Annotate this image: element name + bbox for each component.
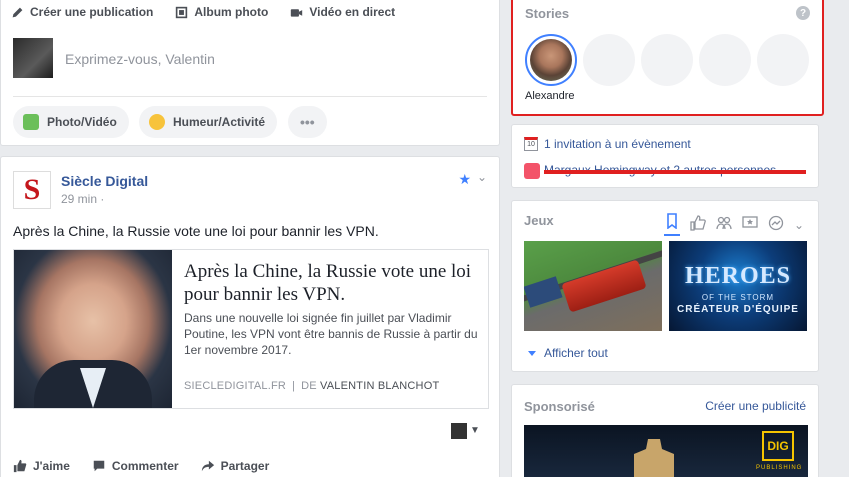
caret-down-icon[interactable]: ▼ — [470, 425, 480, 436]
sponsored-card: Sponsorisé Créer une publicité DIG PUBLI… — [511, 384, 819, 477]
tab-create-post[interactable]: Créer une publication — [11, 5, 153, 19]
game-art-train — [561, 259, 647, 313]
video-camera-icon — [291, 8, 303, 17]
feed-post: S Siècle Digital 29 min · ★ ⌄ Après la C… — [0, 156, 500, 477]
games-card: Jeux ⌄ HEROES OF THE STORM CRÉATEUR D'ÉQ… — [511, 200, 819, 372]
composer-card: Créer une publication Album photo Vidéo … — [0, 0, 500, 146]
page-name-link[interactable]: Siècle Digital — [61, 173, 148, 189]
starred-message-icon[interactable] — [742, 215, 758, 234]
page-logo[interactable]: S — [13, 171, 51, 209]
composer-tabs: Créer une publication Album photo Vidéo … — [1, 0, 499, 22]
trending-icon[interactable] — [768, 215, 784, 234]
story-placeholder — [583, 34, 635, 86]
more-options-button[interactable]: ••• — [288, 106, 327, 138]
help-icon[interactable]: ? — [796, 6, 810, 20]
game-tile-train[interactable] — [524, 241, 662, 331]
smiley-icon — [149, 114, 165, 130]
stories-title: Stories — [525, 6, 570, 21]
ad-logo-sub: PUBLISHING — [756, 465, 803, 471]
star-icon[interactable]: ★ — [458, 171, 471, 188]
tab-live-video[interactable]: Vidéo en direct — [290, 5, 395, 19]
gift-icon — [524, 163, 540, 179]
redaction-bar — [544, 170, 806, 174]
share-icon — [201, 460, 214, 472]
album-icon — [176, 6, 188, 18]
by-label: DE — [301, 380, 317, 392]
calendar-icon: 10 — [524, 137, 538, 151]
games-filter-tabs: ⌄ — [663, 213, 804, 236]
bookmark-icon[interactable] — [663, 213, 680, 236]
comment-icon — [93, 460, 105, 472]
story-name[interactable]: Alexandre — [525, 90, 575, 102]
chevron-down-icon[interactable]: ⌄ — [477, 170, 487, 184]
share-button[interactable]: Partager — [201, 459, 269, 473]
post-text: Après la Chine, la Russie vote une loi p… — [13, 223, 379, 239]
heroes-logo-subtitle: OF THE STORM — [701, 293, 775, 302]
ad-logo: DIG — [762, 431, 794, 461]
link-preview-card[interactable]: Après la Chine, la Russie vote une loi p… — [13, 249, 489, 409]
story-placeholder — [699, 34, 751, 86]
photo-icon — [23, 114, 39, 130]
sponsored-title: Sponsorisé — [524, 399, 595, 414]
create-ad-link[interactable]: Créer une publicité — [705, 399, 806, 413]
friends-icon[interactable] — [716, 215, 732, 234]
photo-video-button[interactable]: Photo/Vidéo — [13, 106, 129, 138]
reminders-card: 10 1 invitation à un évènement Margaux H… — [511, 124, 819, 188]
thumbs-up-icon[interactable] — [690, 215, 706, 234]
thumbs-up-icon — [13, 459, 27, 473]
post-actions: J'aime Commenter Partager — [13, 459, 269, 473]
actor-selector-avatar[interactable] — [451, 423, 467, 439]
game-tile-heroes[interactable]: HEROES OF THE STORM CRÉATEUR D'ÉQUIPE — [669, 241, 807, 331]
feeling-activity-button[interactable]: Humeur/Activité — [139, 106, 278, 138]
story-placeholder — [641, 34, 693, 86]
link-meta: SIECLEDIGITAL.FR | DE VALENTIN BLANCHOT — [184, 380, 439, 392]
event-invitation-link[interactable]: 1 invitation à un évènement — [544, 137, 691, 151]
pencil-icon — [12, 7, 23, 17]
link-preview-image[interactable] — [14, 250, 172, 408]
story-placeholder — [757, 34, 809, 86]
ad-art-tower — [634, 439, 674, 477]
meta-separator: | — [292, 380, 296, 392]
stories-card: Stories ? Alexandre — [511, 0, 824, 116]
comment-button[interactable]: Commenter — [92, 459, 179, 473]
games-title: Jeux — [524, 213, 554, 228]
story-item[interactable] — [525, 34, 577, 86]
heroes-tagline: CRÉATEUR D'ÉQUIPE — [677, 304, 799, 315]
post-timestamp[interactable]: 29 min · — [61, 192, 104, 206]
link-title[interactable]: Après la Chine, la Russie vote une loi p… — [184, 260, 484, 306]
sponsored-ad-image[interactable]: DIG PUBLISHING — [524, 425, 808, 477]
link-author[interactable]: VALENTIN BLANCHOT — [320, 380, 439, 392]
heroes-logo-title: HEROES — [684, 263, 792, 289]
composer-divider — [13, 96, 487, 97]
composer-input[interactable]: Exprimez-vous, Valentin — [65, 51, 215, 67]
caret-down-icon — [528, 350, 536, 356]
chevron-down-icon[interactable]: ⌄ — [794, 218, 804, 232]
story-avatar — [530, 39, 572, 81]
link-domain: SIECLEDIGITAL.FR — [184, 380, 287, 392]
tab-photo-album[interactable]: Album photo — [175, 5, 268, 19]
composer-avatar[interactable] — [13, 38, 53, 78]
link-description: Dans une nouvelle loi signée fin juillet… — [184, 311, 478, 357]
game-art-train-car — [524, 276, 563, 308]
more-icon: ••• — [300, 114, 315, 130]
like-button[interactable]: J'aime — [13, 459, 70, 473]
show-all-link[interactable]: Afficher tout — [528, 346, 608, 360]
